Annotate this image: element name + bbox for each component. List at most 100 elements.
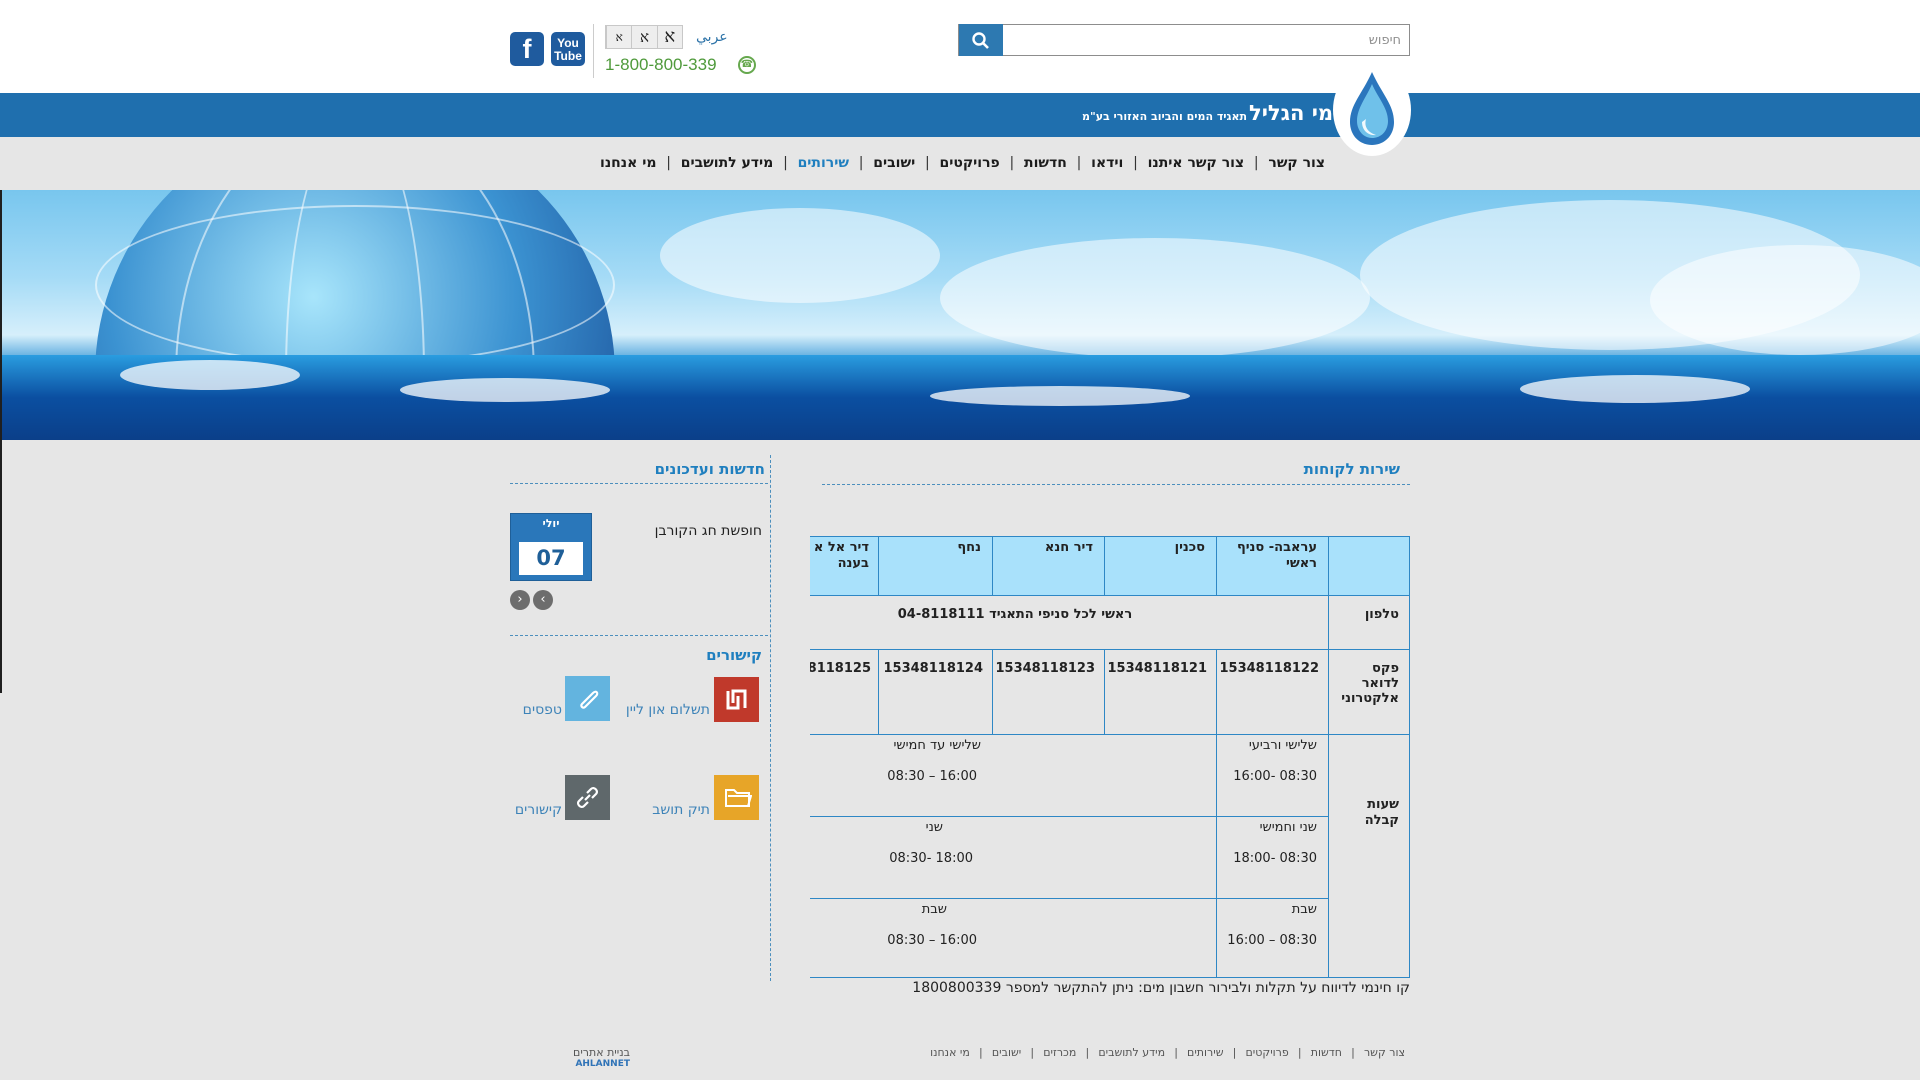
nav-item-projects[interactable]: פרויקטים bbox=[939, 155, 999, 177]
table-header-cell: נחף bbox=[957, 540, 981, 555]
font-size-large-button[interactable]: א bbox=[656, 26, 682, 48]
nav-separator: | bbox=[1076, 155, 1082, 171]
fax-row-label: פקס לדואר אלקטרוני bbox=[1341, 661, 1399, 706]
footer-link-contact[interactable]: צור קשר bbox=[1364, 1046, 1405, 1062]
facebook-icon: f bbox=[522, 34, 532, 64]
footer-separator: | bbox=[1297, 1046, 1302, 1059]
customer-service-table: עראבה- סניף ראשי סכנין דיר חנא נחף דיר א… bbox=[810, 536, 1410, 978]
water-drop-logo[interactable] bbox=[1333, 64, 1411, 156]
hours-title: שני וחמישי bbox=[1259, 820, 1317, 835]
nav-item-video[interactable]: וידאו bbox=[1091, 155, 1123, 177]
fax-value: 8118125 bbox=[810, 661, 871, 676]
phone-row-value: ראשי לכל סניפי התאגיד 04-8118111 bbox=[897, 607, 1133, 622]
main-title-divider bbox=[822, 484, 1410, 485]
hours-row-label: שעות קבלה bbox=[1364, 797, 1399, 828]
brand-name: מי הגליל bbox=[1249, 101, 1334, 125]
table-header-cell: עראבה- סניף ראשי bbox=[1236, 540, 1317, 571]
table-header-cell: דיר חנא bbox=[1044, 540, 1093, 555]
nav-item-resident-info[interactable]: מידע לתושבים bbox=[681, 155, 774, 177]
font-size-medium-button[interactable]: א bbox=[631, 26, 657, 48]
resident-file-tile[interactable] bbox=[714, 775, 759, 820]
hours-value: 08:30 -18:00 bbox=[1233, 851, 1317, 866]
table-header-cell: סכנין bbox=[1174, 540, 1205, 555]
page-left-border bbox=[0, 190, 2, 693]
search-input[interactable] bbox=[1003, 25, 1407, 55]
footer-separator: | bbox=[1030, 1046, 1035, 1059]
site-credit-link[interactable]: בניית אתרים AHLANNET bbox=[566, 1046, 630, 1076]
brand-tagline: תאגיד המים והביוב האזורי בע"מ bbox=[1082, 110, 1247, 123]
forms-link[interactable]: טפסים bbox=[442, 702, 562, 720]
youtube-link[interactable]: You Tube bbox=[551, 32, 585, 66]
links-link[interactable]: קישורים bbox=[442, 802, 562, 820]
links-divider bbox=[510, 635, 768, 636]
credit-text: בניית אתרים bbox=[573, 1046, 630, 1059]
hours-value: 16:00 – 08:30 bbox=[887, 769, 977, 784]
footer-link-settlements[interactable]: ישובים bbox=[992, 1046, 1021, 1062]
fax-value: 15348118123 bbox=[995, 661, 1096, 676]
customer-service-title: שירות לקוחות bbox=[1303, 460, 1400, 478]
footer-separator: | bbox=[1232, 1046, 1237, 1059]
footer-link-services[interactable]: שירותים bbox=[1187, 1046, 1223, 1062]
hero-banner bbox=[0, 190, 1920, 440]
nav-item-services[interactable]: שירותים bbox=[798, 155, 849, 177]
hours-title: שני bbox=[925, 820, 943, 835]
nav-separator: | bbox=[666, 155, 671, 171]
phone-row-label: טלפון bbox=[1364, 607, 1399, 622]
news-prev-button[interactable]: ‹ bbox=[510, 590, 530, 610]
news-date-badge: יולי 07 bbox=[510, 513, 592, 581]
facebook-link[interactable]: f bbox=[510, 32, 544, 66]
nav-separator: | bbox=[1133, 155, 1138, 171]
news-day: 07 bbox=[519, 542, 583, 575]
hours-value: 16:00 – 08:30 bbox=[887, 933, 977, 948]
footer-link-about[interactable]: מי אנחנו bbox=[930, 1046, 970, 1062]
search-icon bbox=[972, 32, 989, 49]
water-drop-icon bbox=[1350, 72, 1394, 145]
phone-icon: ☎ bbox=[738, 56, 756, 74]
news-section-title: חדשות ועדכונים bbox=[654, 460, 765, 478]
footer-link-tenders[interactable]: מכרזים bbox=[1043, 1046, 1076, 1062]
footer-separator: | bbox=[1351, 1046, 1355, 1059]
arabic-language-link[interactable]: عربي bbox=[696, 29, 728, 45]
nav-item-contact[interactable]: צור קשר bbox=[1268, 155, 1325, 177]
footer-link-projects[interactable]: פרויקטים bbox=[1246, 1046, 1289, 1062]
footer-link-news[interactable]: חדשות bbox=[1311, 1046, 1342, 1062]
brand-logo-text[interactable]: מי הגליל תאגיד המים והביוב האזורי בע"מ bbox=[1080, 101, 1333, 129]
header-divider bbox=[593, 24, 594, 78]
fax-value: 15348118122 bbox=[1219, 661, 1320, 676]
shekel-icon bbox=[726, 689, 747, 710]
sidebar-divider bbox=[770, 455, 771, 981]
youtube-icon: You Tube bbox=[554, 36, 582, 63]
footer-separator: | bbox=[1174, 1046, 1178, 1059]
chevron-left-icon: ‹ bbox=[517, 592, 523, 607]
toll-free-note: קו חינמי לדיווח על תקלות ולבירור חשבון מ… bbox=[912, 980, 1410, 996]
news-next-button[interactable]: › bbox=[533, 590, 553, 610]
forms-tile[interactable] bbox=[565, 676, 610, 721]
search-button[interactable] bbox=[959, 24, 1003, 56]
hours-value: 18:00 -08:30 bbox=[889, 851, 973, 866]
search-box bbox=[958, 24, 1410, 56]
news-item-link[interactable]: חופשת חג הקורבן bbox=[620, 523, 762, 541]
hours-title: שלישי ורביעי bbox=[1248, 738, 1317, 753]
nav-item-contact-us[interactable]: צור קשר איתנו bbox=[1148, 155, 1245, 177]
nav-separator: | bbox=[858, 155, 864, 171]
paperclip-icon bbox=[580, 690, 599, 709]
footer-separator: | bbox=[1085, 1046, 1090, 1059]
links-tile[interactable] bbox=[565, 775, 610, 820]
nav-separator: | bbox=[783, 155, 788, 171]
credit-logo: AHLANNET bbox=[575, 1059, 630, 1069]
nav-separator: | bbox=[924, 155, 930, 171]
online-payment-tile[interactable] bbox=[714, 677, 759, 722]
footer-link-resident-info[interactable]: מידע לתושבים bbox=[1098, 1046, 1165, 1062]
chevron-right-icon: › bbox=[540, 592, 546, 607]
nav-item-news[interactable]: חדשות bbox=[1024, 155, 1067, 177]
footer-nav: צור קשר | חדשות | פרויקטים | שירותים | מידע … bbox=[930, 1046, 1405, 1062]
nav-item-about[interactable]: מי אנחנו bbox=[600, 155, 656, 177]
folder-icon bbox=[725, 789, 752, 807]
brand-band bbox=[0, 93, 1920, 137]
news-month: יולי bbox=[542, 517, 560, 530]
nav-item-settlements[interactable]: ישובים bbox=[873, 155, 915, 177]
link-icon bbox=[577, 787, 598, 808]
fax-value: 15348118121 bbox=[1107, 661, 1208, 676]
font-size-small-button[interactable]: א bbox=[606, 26, 632, 48]
hours-value: 08:30 -16:00 bbox=[1233, 769, 1317, 784]
